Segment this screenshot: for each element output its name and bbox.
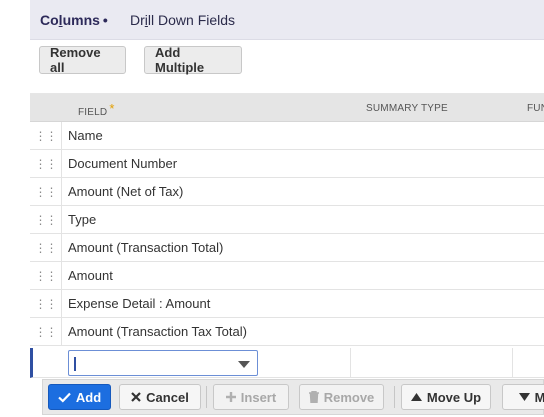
tab-columns[interactable]: Columns • [40, 12, 108, 28]
row-field: Document Number [68, 156, 178, 171]
trash-icon [308, 391, 319, 403]
row-field: Name [68, 128, 103, 143]
subtab-bar: Columns • Drill Down Fields [30, 0, 544, 40]
tab-drill-label-start: Dr [130, 12, 145, 28]
remove-button-label: Remove [323, 389, 375, 405]
row-field: Amount (Transaction Total) [68, 240, 224, 255]
table-row[interactable]: ⋮⋮ Amount (Net of Tax) [30, 178, 544, 206]
table-row[interactable]: ⋮⋮ Amount (Transaction Tax Total) [30, 318, 544, 346]
x-icon [131, 392, 141, 402]
move-up-button[interactable]: Move Up [401, 384, 491, 410]
drag-handle-icon[interactable]: ⋮⋮ [30, 150, 62, 177]
cancel-button-label: Cancel [146, 389, 189, 405]
text-cursor [74, 357, 76, 371]
table-row[interactable]: ⋮⋮ Expense Detail : Amount [30, 290, 544, 318]
move-down-button-label: M [534, 389, 544, 405]
row-action-bar: Add Cancel Insert Remove Move Up M [42, 379, 544, 415]
required-marker: * [109, 101, 115, 116]
remove-button[interactable]: Remove [299, 384, 384, 410]
move-down-button[interactable]: M [502, 384, 544, 410]
header-summary-type[interactable]: SUMMARY TYPE [366, 103, 448, 114]
insert-button[interactable]: Insert [213, 384, 289, 410]
sublist-editor: Columns • Drill Down Fields Remove all Ad… [30, 0, 544, 417]
field-select[interactable] [68, 350, 258, 376]
add-button-label: Add [75, 389, 102, 405]
insert-button-label: Insert [240, 389, 277, 405]
triangle-down-icon [518, 393, 530, 401]
toolbar-divider [206, 386, 207, 408]
tab-columns-label-start: Co [40, 12, 59, 28]
table-row[interactable]: ⋮⋮ Amount (Transaction Total) [30, 234, 544, 262]
row-field: Amount (Net of Tax) [68, 184, 184, 199]
drag-handle-icon[interactable]: ⋮⋮ [30, 290, 62, 317]
move-up-button-label: Move Up [426, 389, 482, 405]
drag-handle-icon[interactable]: ⋮⋮ [30, 318, 62, 345]
table-header: FIELD* SUMMARY TYPE FUN [30, 94, 544, 122]
drag-handle-icon[interactable]: ⋮⋮ [30, 206, 62, 233]
tab-drill-down-fields[interactable]: Drill Down Fields [130, 12, 235, 28]
table-row[interactable]: ⋮⋮ Name [30, 122, 544, 150]
drag-handle-icon[interactable]: ⋮⋮ [30, 262, 62, 289]
table-row[interactable]: ⋮⋮ Document Number [30, 150, 544, 178]
tab-active-dot: • [102, 12, 108, 28]
row-field: Amount [68, 268, 113, 283]
function-cell[interactable] [512, 348, 513, 378]
header-field-label: FIELD [78, 107, 108, 118]
plus-icon [225, 392, 236, 402]
row-field: Expense Detail : Amount [68, 296, 211, 311]
header-field[interactable]: FIELD * [78, 101, 115, 118]
tab-drill-label-end: ll Down Fields [147, 12, 236, 28]
add-multiple-button[interactable]: Add Multiple [144, 45, 242, 75]
cancel-button[interactable]: Cancel [119, 384, 201, 410]
table-row[interactable]: ⋮⋮ Amount [30, 262, 544, 290]
drag-handle-icon[interactable]: ⋮⋮ [30, 234, 62, 261]
edit-row [30, 348, 544, 378]
row-field: Amount (Transaction Tax Total) [68, 324, 247, 339]
tab-columns-label-end: umns [62, 12, 100, 28]
sublist-toolbar: Remove all Add Multiple [30, 40, 544, 94]
table-body: ⋮⋮ Name ⋮⋮ Document Number ⋮⋮ Amount (Ne… [30, 122, 544, 346]
table-row[interactable]: ⋮⋮ Type [30, 206, 544, 234]
check-icon [58, 392, 71, 403]
remove-all-button[interactable]: Remove all [39, 45, 126, 75]
chevron-down-icon[interactable] [238, 361, 250, 368]
drag-handle-icon[interactable]: ⋮⋮ [30, 178, 62, 205]
row-field: Type [68, 212, 97, 227]
toolbar-divider [394, 386, 395, 408]
triangle-up-icon [410, 393, 422, 401]
add-button[interactable]: Add [48, 384, 111, 410]
header-function[interactable]: FUN [527, 103, 544, 114]
summary-type-cell[interactable] [350, 348, 351, 378]
drag-handle-icon[interactable]: ⋮⋮ [30, 122, 62, 149]
